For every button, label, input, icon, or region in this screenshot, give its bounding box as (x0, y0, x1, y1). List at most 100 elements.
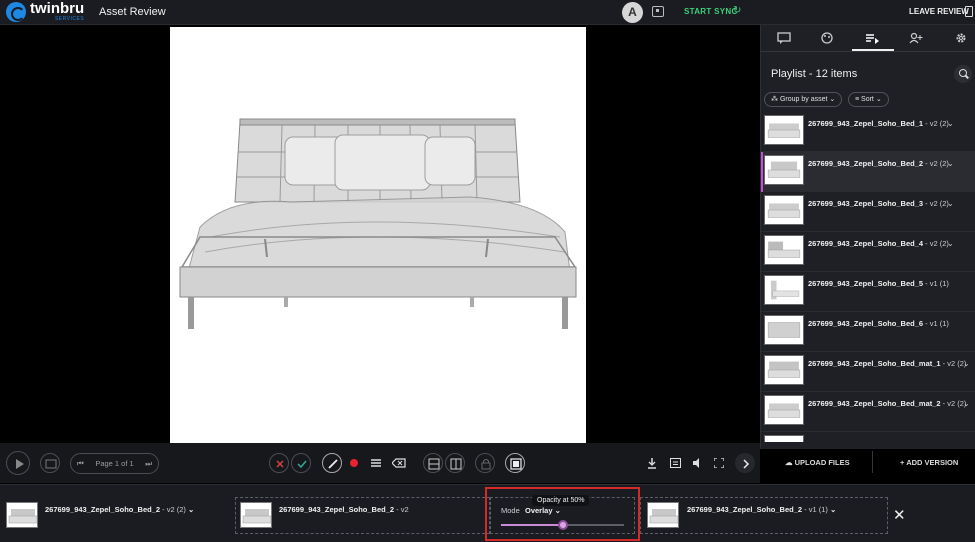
playlist-item[interactable] (761, 432, 975, 442)
split-vertical-icon (450, 458, 462, 470)
twinbru-logo[interactable]: twinbru SERVICES (6, 0, 85, 22)
search-icon[interactable] (954, 65, 972, 83)
chevron-down-icon[interactable]: ⌄ (947, 159, 954, 168)
asset-thumbnail (764, 275, 804, 305)
divider (872, 451, 873, 473)
overlay-compare-icon (510, 458, 522, 470)
play-button[interactable] (6, 451, 30, 475)
page-indicator[interactable]: ⏮ Page 1 of 1 ⏭ (70, 453, 159, 474)
current-asset-thumbnail (6, 502, 38, 528)
lock-icon (481, 459, 491, 470)
playlist-item-label: 267699_943_Zepel_Soho_Bed_6 - v1 (1) (808, 319, 949, 328)
page-indicator-label: Page 1 of 1 (95, 459, 134, 468)
play-icon (16, 459, 24, 469)
playlist-item-label: 267699_943_Zepel_Soho_Bed_5 - v1 (1) (808, 279, 949, 288)
last-page-icon[interactable]: ⏭ (145, 454, 152, 473)
bed-overlay-image (179, 118, 577, 329)
playlist-item[interactable]: 267699_943_Zepel_Soho_Bed_3 - v2 (2) ⌄ (761, 192, 975, 232)
captions-icon[interactable] (670, 458, 681, 468)
chevron-down-icon[interactable]: ⌄ (947, 239, 954, 248)
chevron-right-icon (743, 459, 750, 469)
asset-thumbnail (764, 435, 804, 442)
frame-button[interactable] (40, 453, 60, 473)
compare-a-label: 267699_943_Zepel_Soho_Bed_2 - v2 (279, 505, 409, 514)
group-by-asset-dropdown[interactable]: ⁂ Group by asset ⌄ (764, 92, 843, 107)
start-sync-button[interactable]: START SYNC (684, 7, 738, 16)
fullscreen-icon[interactable] (714, 458, 724, 468)
asset-canvas[interactable] (170, 27, 586, 443)
volume-icon[interactable] (692, 458, 703, 468)
asset-thumbnail (764, 115, 804, 145)
playlist-item-label: 267699_943_Zepel_Soho_Bed_4 - v2 (2) (808, 239, 949, 248)
playlist-item[interactable]: 267699_943_Zepel_Soho_Bed_5 - v1 (1) (761, 272, 975, 312)
next-button[interactable] (735, 453, 755, 473)
highlight-box (485, 487, 640, 541)
sync-icon[interactable]: ↻ (733, 5, 741, 16)
compare-b-label[interactable]: 267699_943_Zepel_Soho_Bed_2 - v1 (1) ⌄ (687, 505, 836, 514)
lock-button[interactable] (475, 453, 495, 473)
playlist-item[interactable]: 267699_943_Zepel_Soho_Bed_mat_2 - v2 (2)… (761, 392, 975, 432)
upload-files-button[interactable]: ☁ UPLOAD FILES (785, 458, 850, 467)
screen-share-icon[interactable] (652, 6, 664, 17)
chevron-down-icon[interactable]: ⌄ (947, 119, 954, 128)
sort-dropdown[interactable]: ≡ Sort ⌄ (848, 92, 889, 107)
playlist-item-selected[interactable]: 267699_943_Zepel_Soho_Bed_2 - v2 (2) ⌄ (761, 152, 975, 192)
asset-thumbnail (764, 235, 804, 265)
playback-toolbar: ⏮ Page 1 of 1 ⏭ (0, 443, 760, 483)
chevron-down-icon[interactable]: ⌄ (963, 359, 970, 368)
playlist-title: Playlist - 12 items (771, 68, 858, 80)
group-by-label: Group by asset (779, 96, 828, 103)
compare-b-thumbnail (647, 502, 679, 528)
close-compare-icon[interactable]: ✕ (893, 506, 906, 524)
asset-thumbnail (764, 315, 804, 345)
leave-review-button[interactable]: LEAVE REVIEW (909, 7, 969, 16)
asset-viewer (0, 25, 760, 443)
panel-tabs (761, 25, 975, 52)
asset-thumbnail (764, 195, 804, 225)
frame-icon (45, 459, 57, 469)
add-version-button[interactable]: + ADD VERSION (900, 458, 958, 467)
playlist-item[interactable]: 267699_943_Zepel_Soho_Bed_mat_1 - v2 (2)… (761, 352, 975, 392)
playlist-item[interactable]: 267699_943_Zepel_Soho_Bed_1 - v2 (2) ⌄ (761, 112, 975, 152)
approve-button[interactable] (291, 453, 311, 473)
line-weight-icon[interactable] (371, 458, 381, 468)
add-user-icon[interactable] (909, 32, 923, 44)
playlist-list: 267699_943_Zepel_Soho_Bed_1 - v2 (2) ⌄ 2… (761, 112, 975, 442)
page-title: Asset Review (99, 6, 166, 18)
playlist-icon[interactable] (865, 32, 879, 44)
overlay-compare-button[interactable] (505, 453, 525, 473)
logo-text: twinbru (30, 0, 85, 17)
chevron-down-icon[interactable]: ⌄ (963, 399, 970, 408)
playlist-item-label: 267699_943_Zepel_Soho_Bed_1 - v2 (2) (808, 119, 949, 128)
playlist-panel: Playlist - 12 items ⁂ Group by asset ⌄ ≡… (760, 25, 975, 473)
compare-slot-a[interactable] (235, 497, 490, 534)
add-version-label: ADD VERSION (906, 458, 959, 467)
sort-label: Sort (861, 96, 874, 103)
top-bar: twinbru SERVICES Asset Review A START SY… (0, 0, 975, 25)
playlist-item[interactable]: 267699_943_Zepel_Soho_Bed_4 - v2 (2) ⌄ (761, 232, 975, 272)
playlist-item-label: 267699_943_Zepel_Soho_Bed_2 - v2 (2) (808, 159, 949, 168)
download-icon[interactable] (647, 458, 657, 469)
reject-button[interactable] (269, 453, 289, 473)
playlist-item-label: 267699_943_Zepel_Soho_Bed_mat_1 - v2 (2) (808, 359, 967, 368)
color-picker-red[interactable] (350, 459, 358, 467)
split-horizontal-button[interactable] (423, 453, 443, 473)
exit-icon[interactable] (965, 6, 973, 17)
playlist-item[interactable]: 267699_943_Zepel_Soho_Bed_6 - v1 (1) (761, 312, 975, 352)
split-horizontal-icon (428, 458, 440, 470)
current-asset-label[interactable]: 267699_943_Zepel_Soho_Bed_2 - v2 (2) ⌄ (45, 505, 194, 514)
chevron-down-icon[interactable]: ⌄ (947, 199, 954, 208)
erase-icon[interactable] (392, 458, 406, 468)
asset-thumbnail (764, 355, 804, 385)
upload-files-label: UPLOAD FILES (794, 458, 850, 467)
compare-a-thumbnail (240, 502, 272, 528)
comments-icon[interactable] (777, 32, 791, 44)
palette-icon[interactable] (820, 32, 834, 44)
avatar[interactable]: A (622, 2, 643, 23)
reject-x-icon (276, 460, 284, 468)
first-page-icon[interactable]: ⏮ (77, 454, 84, 473)
settings-gear-icon[interactable] (954, 32, 968, 44)
split-vertical-button[interactable] (445, 453, 465, 473)
draw-tool-button[interactable] (322, 453, 342, 473)
asset-thumbnail (764, 155, 804, 185)
